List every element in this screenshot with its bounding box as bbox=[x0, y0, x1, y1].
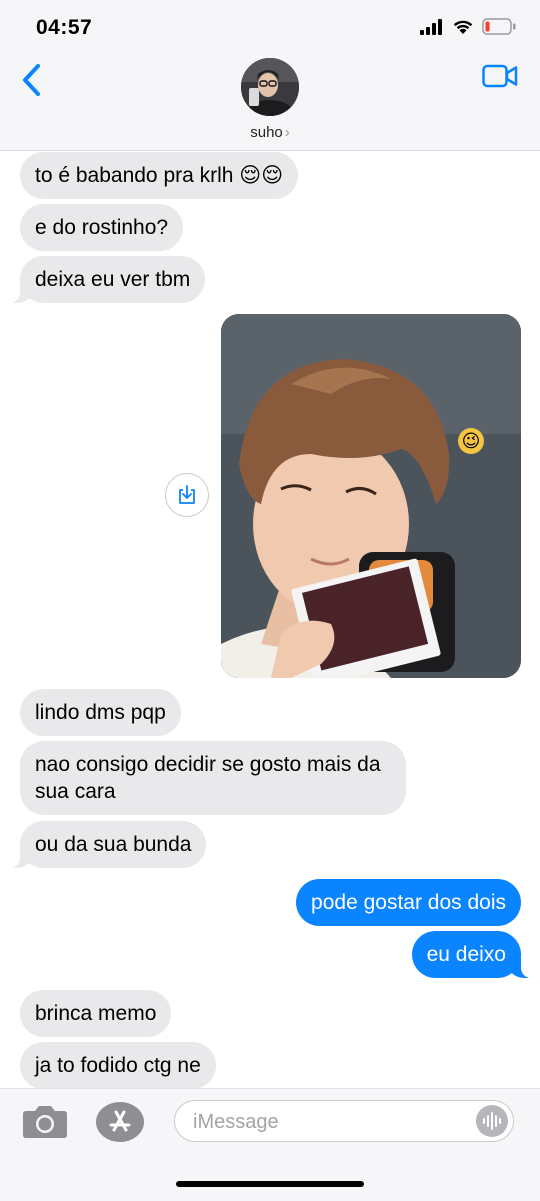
incoming-message[interactable]: to é babando pra krlh 😌😌 bbox=[20, 152, 299, 199]
reaction-emoji: 😉 bbox=[458, 428, 484, 454]
signal-icon bbox=[420, 18, 442, 35]
incoming-message[interactable]: nao consigo decidir se gosto mais da sua… bbox=[20, 741, 406, 815]
contact-avatar[interactable] bbox=[241, 58, 299, 116]
outgoing-message[interactable]: pode gostar dos dois bbox=[296, 879, 521, 926]
waveform-icon bbox=[483, 1112, 501, 1130]
wifi-icon bbox=[453, 20, 473, 34]
status-time: 04:57 bbox=[36, 16, 93, 39]
status-icons bbox=[420, 18, 516, 35]
download-icon bbox=[179, 485, 195, 504]
contact-name[interactable]: suho › bbox=[0, 124, 540, 141]
outgoing-message[interactable]: eu deixo bbox=[411, 931, 540, 978]
incoming-message[interactable]: ja to fodido ctg ne bbox=[20, 1042, 216, 1089]
photo-attachment[interactable] bbox=[221, 314, 521, 678]
incoming-message[interactable]: ou da sua bunda bbox=[0, 821, 207, 868]
video-call-icon[interactable] bbox=[482, 64, 518, 88]
contact-name-label[interactable]: suho bbox=[250, 124, 283, 141]
battery-icon bbox=[482, 18, 516, 35]
app-store-button[interactable] bbox=[96, 1102, 144, 1142]
back-chevron-icon[interactable] bbox=[18, 62, 46, 98]
contact-name-chevron: › bbox=[284, 124, 290, 141]
incoming-message[interactable]: e do rostinho? bbox=[20, 204, 184, 251]
audio-message-button[interactable] bbox=[476, 1105, 508, 1137]
incoming-message[interactable]: brinca memo bbox=[20, 990, 172, 1037]
app-store-icon bbox=[109, 1110, 131, 1132]
home-indicator[interactable] bbox=[176, 1181, 364, 1187]
camera-icon[interactable] bbox=[22, 1103, 68, 1139]
incoming-message[interactable]: deixa eu ver tbm bbox=[0, 256, 206, 303]
save-photo-button[interactable] bbox=[165, 473, 209, 517]
incoming-message[interactable]: lindo dms pqp bbox=[20, 689, 181, 736]
message-input[interactable] bbox=[191, 1108, 465, 1136]
message-input-box[interactable] bbox=[174, 1100, 514, 1142]
conversation-header: 04:57 suho › bbox=[0, 0, 540, 151]
